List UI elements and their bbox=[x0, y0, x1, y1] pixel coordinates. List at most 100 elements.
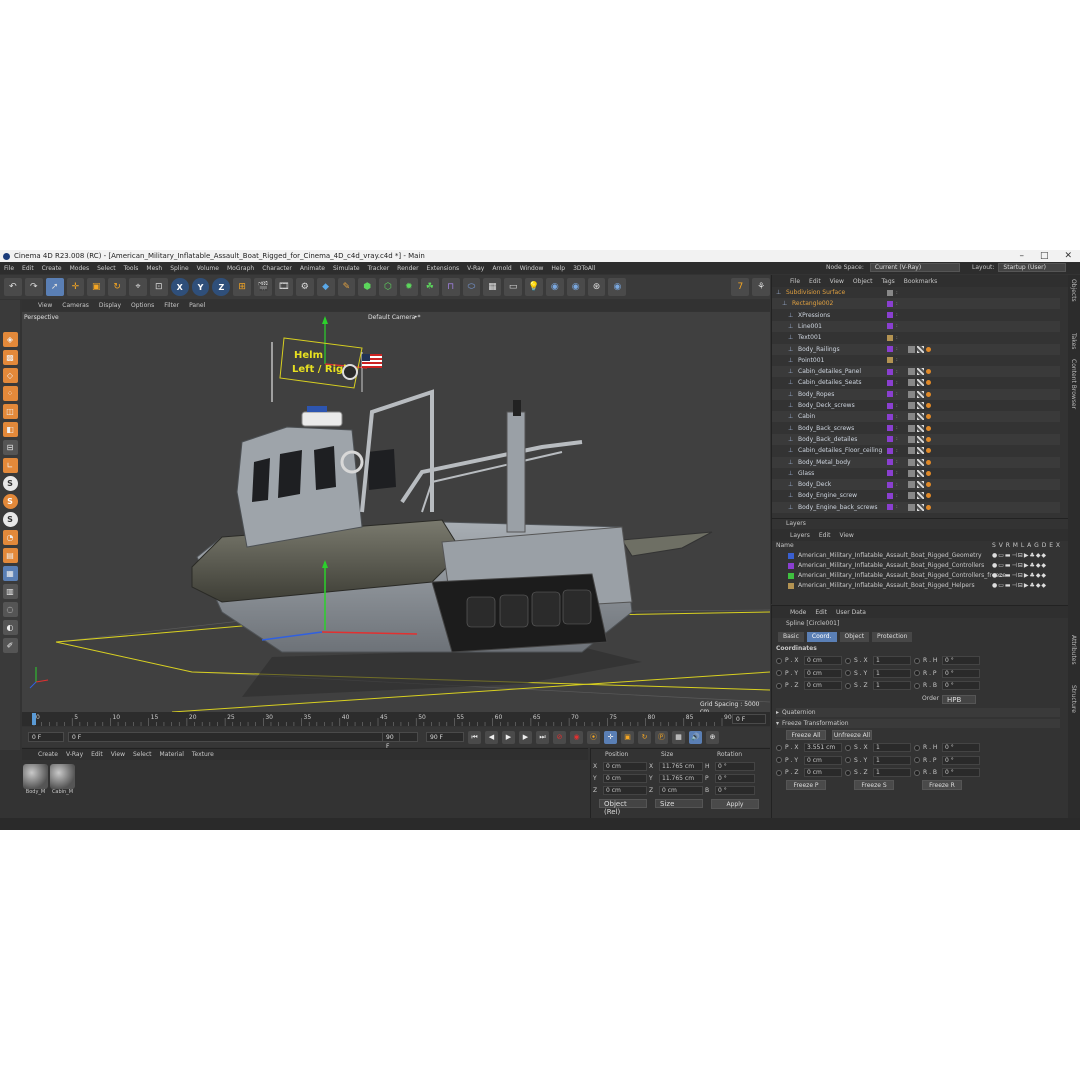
animate-radio-icon[interactable] bbox=[845, 682, 851, 689]
z-axis-lock-button[interactable]: Z bbox=[212, 278, 231, 296]
mat-menu-material[interactable]: Material bbox=[160, 751, 184, 758]
menu-modes[interactable]: Modes bbox=[70, 265, 89, 272]
layer-flag-icons[interactable]: ●▭▬⊣⊟▶♣◆◆ bbox=[992, 571, 1047, 581]
python-icon[interactable]: ◉ bbox=[545, 278, 564, 296]
xpresso-tag-icon[interactable] bbox=[926, 403, 931, 408]
animate-radio-icon[interactable] bbox=[776, 744, 782, 751]
object-row[interactable]: ⊥ Body_Engine_back_screws: bbox=[772, 501, 1060, 513]
obj-menu-object[interactable]: Object bbox=[853, 278, 873, 285]
material-tag-icon[interactable] bbox=[917, 424, 924, 432]
phong-tag-icon[interactable] bbox=[908, 379, 915, 387]
edges-mode-icon[interactable]: ◫ bbox=[2, 404, 18, 419]
visibility-dots-icon[interactable]: : bbox=[896, 369, 898, 375]
animate-radio-icon[interactable] bbox=[776, 670, 782, 676]
phong-tag-icon[interactable] bbox=[908, 503, 915, 511]
coord-value-field[interactable]: 11.765 cm bbox=[659, 773, 703, 783]
coord-value-field[interactable]: 0 ° bbox=[715, 785, 755, 795]
attr-menu-mode[interactable]: Mode bbox=[790, 609, 806, 616]
y-axis-lock-button[interactable]: Y bbox=[191, 278, 210, 296]
attr-value-field[interactable]: 1 bbox=[873, 755, 911, 765]
visibility-dots-icon[interactable]: : bbox=[896, 335, 898, 341]
attr-value-field[interactable]: 0 ° bbox=[942, 743, 980, 752]
object-row[interactable]: ⊥ Body_Back_detailes: bbox=[772, 433, 1060, 445]
attr-value-field[interactable]: 0 cm bbox=[804, 768, 842, 777]
workplane-icon[interactable]: ▤ bbox=[2, 548, 18, 563]
animate-radio-icon[interactable] bbox=[845, 769, 851, 776]
visibility-dots-icon[interactable]: : bbox=[896, 504, 898, 510]
layers-menu-edit[interactable]: Edit bbox=[819, 532, 831, 539]
xpresso-tag-icon[interactable] bbox=[926, 346, 931, 352]
play-icon[interactable]: ▶ bbox=[502, 730, 515, 744]
maximize-button[interactable]: □ bbox=[1040, 250, 1049, 262]
animate-radio-icon[interactable] bbox=[914, 744, 920, 751]
texture-mode-icon[interactable]: ▩ bbox=[2, 350, 18, 365]
animate-radio-icon[interactable] bbox=[776, 769, 782, 776]
environment-icon[interactable]: ⬭ bbox=[462, 278, 481, 296]
visibility-dots-icon[interactable]: : bbox=[896, 357, 898, 363]
grid-icon[interactable]: ▦ bbox=[2, 566, 18, 581]
layer-flag-icons[interactable]: ●▭▬⊣⊟▶♣◆◆ bbox=[992, 581, 1047, 591]
attr-value-field[interactable]: 0 ° bbox=[942, 681, 980, 690]
menu-create[interactable]: Create bbox=[42, 265, 62, 272]
object-row[interactable]: ⊥ Body_Ropes: bbox=[772, 388, 1060, 400]
order-dropdown[interactable]: HPB bbox=[942, 695, 976, 704]
phong-tag-icon[interactable] bbox=[908, 447, 915, 455]
record-icon[interactable]: ⊘ bbox=[553, 730, 566, 744]
animate-radio-icon[interactable] bbox=[914, 670, 920, 676]
axis-mode-icon[interactable]: ∟ bbox=[2, 458, 18, 473]
xpresso-tag-icon[interactable] bbox=[926, 448, 931, 454]
menu-mograph[interactable]: MoGraph bbox=[227, 265, 254, 272]
visibility-dots-icon[interactable]: : bbox=[896, 290, 898, 296]
object-row[interactable]: ⊥ Body_Deck_screws: bbox=[772, 400, 1060, 411]
render-settings-icon[interactable]: ⚙ bbox=[295, 278, 314, 296]
phong-tag-icon[interactable] bbox=[908, 492, 915, 500]
tab-coord[interactable]: Coord. bbox=[806, 632, 837, 642]
visibility-dots-icon[interactable]: : bbox=[896, 391, 898, 397]
quaternion-section[interactable]: ▸ Quaternion bbox=[776, 708, 1060, 717]
menu-file[interactable]: File bbox=[4, 265, 14, 272]
material-tag-icon[interactable] bbox=[917, 481, 924, 489]
coord-value-field[interactable]: 0 cm bbox=[603, 785, 647, 795]
object-row[interactable]: ⊥ XPressions: bbox=[772, 310, 1060, 321]
phong-tag-icon[interactable] bbox=[908, 435, 915, 443]
xpresso-tag-icon[interactable] bbox=[926, 425, 931, 431]
object-row[interactable]: ⊥ Subdivision Surface: bbox=[772, 287, 1060, 298]
xpresso-tag-icon[interactable] bbox=[926, 369, 931, 375]
viewport-menu-filter[interactable]: Filter bbox=[164, 302, 179, 309]
key-rotation-icon[interactable]: ↻ bbox=[638, 730, 651, 744]
bend-icon[interactable]: ⊓ bbox=[441, 278, 460, 296]
xpresso-tag-icon[interactable] bbox=[926, 470, 931, 476]
viewport-menu-display[interactable]: Display bbox=[99, 302, 121, 309]
obj-menu-bookmarks[interactable]: Bookmarks bbox=[904, 278, 938, 285]
rotate-tool-icon[interactable]: ↻ bbox=[108, 278, 127, 296]
viewport-solo-icon[interactable]: ◌ bbox=[2, 602, 18, 617]
go-to-start-icon[interactable]: ⏮ bbox=[468, 730, 481, 744]
keyframe-selection-icon[interactable]: ⦿ bbox=[587, 730, 600, 744]
material-tag-icon[interactable] bbox=[917, 503, 924, 511]
select-tool-icon[interactable]: ➚ bbox=[45, 278, 64, 296]
animate-radio-icon[interactable] bbox=[914, 769, 920, 776]
deformer-icon[interactable]: ✹ bbox=[400, 278, 418, 296]
xpresso-tag-icon[interactable] bbox=[926, 414, 931, 420]
phong-tag-icon[interactable] bbox=[908, 424, 915, 432]
visibility-dots-icon[interactable]: : bbox=[896, 448, 898, 454]
object-row[interactable]: ⊥ Cabin_detailes_Panel: bbox=[772, 366, 1060, 378]
motion-clip-icon[interactable]: ⊕ bbox=[706, 730, 719, 744]
menu-edit[interactable]: Edit bbox=[22, 265, 34, 272]
python-script-icon[interactable]: ◉ bbox=[566, 278, 585, 296]
coord-mode-dropdown[interactable]: Object (Rel) bbox=[599, 799, 647, 816]
render-view-icon[interactable]: 🎬 bbox=[254, 278, 272, 296]
attr-menu-user-data[interactable]: User Data bbox=[836, 609, 866, 616]
mat-menu-create[interactable]: Create bbox=[38, 751, 58, 758]
visibility-dots-icon[interactable]: : bbox=[896, 436, 898, 442]
xpresso-tag-icon[interactable] bbox=[926, 436, 931, 442]
menu-3dtoall[interactable]: 3DToAll bbox=[573, 265, 595, 272]
visibility-dots-icon[interactable]: : bbox=[896, 470, 898, 476]
attr-menu-edit[interactable]: Edit bbox=[815, 609, 827, 616]
redo-icon[interactable]: ↷ bbox=[24, 278, 43, 296]
field-icon[interactable]: ☘ bbox=[420, 278, 439, 296]
uv-mode-icon[interactable]: ⊟ bbox=[2, 440, 18, 455]
tab-basic[interactable]: Basic bbox=[778, 632, 804, 642]
freeze-all-button[interactable]: Freeze All bbox=[786, 730, 826, 740]
animate-radio-icon[interactable] bbox=[776, 657, 782, 664]
